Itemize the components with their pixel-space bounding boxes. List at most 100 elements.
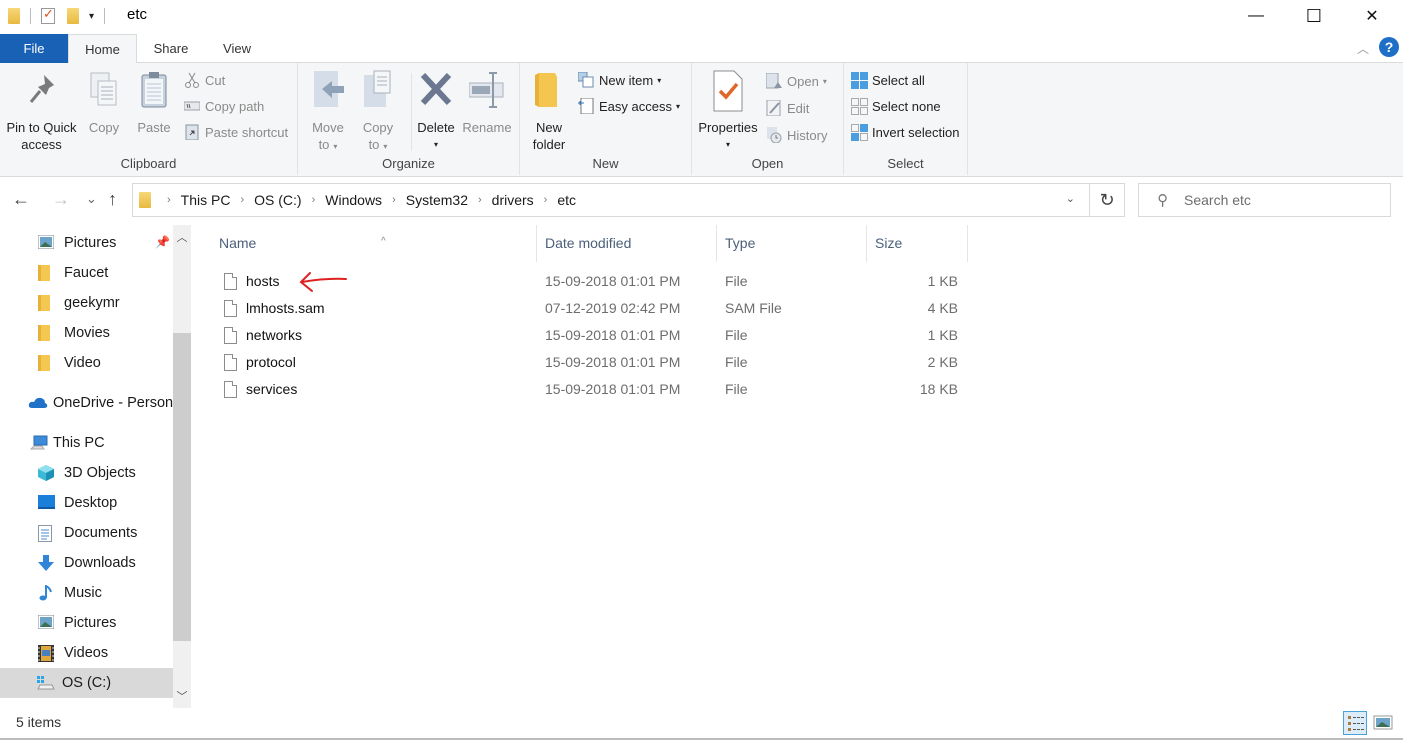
file-row[interactable]: lmhosts.sam 07-12-2019 02:42 PM SAM File…	[214, 295, 970, 322]
breadcrumb-separator[interactable]: ›	[312, 194, 316, 206]
file-row[interactable]: protocol 15-09-2018 01:01 PM File 2 KB	[214, 349, 970, 376]
help-icon[interactable]: ?	[1379, 37, 1399, 57]
file-row[interactable]: services 15-09-2018 01:01 PM File 18 KB	[214, 376, 970, 403]
recent-locations-button[interactable]: ⌄	[86, 191, 97, 207]
sidebar-item-os-c[interactable]: OS (C:)	[0, 668, 173, 698]
file-date: 07-12-2019 02:42 PM	[545, 300, 681, 316]
open-button[interactable]: Open ▾	[765, 71, 827, 91]
easy-access-button[interactable]: Easy access ▾	[578, 96, 680, 116]
breadcrumb-separator[interactable]: ›	[240, 194, 244, 206]
scroll-thumb[interactable]	[173, 333, 191, 641]
details-view-button[interactable]	[1343, 711, 1367, 735]
organize-group: Move to ▾ Copy to ▾ Delete ▾ Rename Organi…	[298, 63, 520, 175]
tab-share[interactable]: Share	[140, 34, 202, 63]
delete-dropdown-caret[interactable]: ▾	[416, 136, 456, 153]
collapse-ribbon-icon[interactable]: ︿	[1357, 40, 1369, 57]
sidebar-item-3d-objects[interactable]: 3D Objects	[0, 458, 173, 488]
open-icon	[765, 72, 782, 89]
file-row[interactable]: networks 15-09-2018 01:01 PM File 1 KB	[214, 322, 970, 349]
folder-icon	[38, 295, 54, 311]
pin-icon[interactable]: 📌	[155, 235, 170, 249]
sidebar-item-onedrive[interactable]: OneDrive - Person	[0, 388, 173, 418]
tab-file[interactable]: File	[0, 34, 68, 63]
column-header-size[interactable]: Size	[867, 225, 968, 262]
sidebar-item-movies[interactable]: Movies	[0, 318, 173, 348]
sidebar-item-downloads[interactable]: Downloads	[0, 548, 173, 578]
sidebar-item-video[interactable]: Video	[0, 348, 173, 378]
this-pc-icon	[29, 435, 48, 451]
select-all-button[interactable]: Select all	[851, 70, 925, 90]
history-button[interactable]: History	[766, 125, 827, 145]
refresh-button[interactable]: ↻	[1089, 183, 1125, 217]
minimize-button[interactable]: —	[1227, 0, 1285, 32]
sidebar-scrollbar[interactable]: ︿ ﹀	[173, 225, 191, 708]
maximize-button[interactable]: ☐	[1285, 0, 1343, 32]
tab-view[interactable]: View	[206, 34, 268, 63]
breadcrumb-windows[interactable]: Windows	[325, 192, 382, 208]
breadcrumb-separator[interactable]: ›	[478, 194, 482, 206]
search-input[interactable]: Search etc	[1184, 192, 1251, 208]
breadcrumb-system32[interactable]: System32	[406, 192, 468, 208]
column-header-date-modified[interactable]: Date modified	[537, 225, 717, 262]
paste-button[interactable]: Paste	[133, 69, 175, 136]
new-item-button[interactable]: New item ▾	[577, 70, 661, 90]
drive-icon	[36, 675, 56, 691]
breadcrumb-separator[interactable]: ›	[167, 194, 171, 206]
copy-to-button[interactable]: Copy to ▾	[358, 69, 398, 155]
breadcrumb-separator[interactable]: ›	[544, 194, 548, 206]
sidebar-item-pictures-quick[interactable]: Pictures	[0, 228, 173, 258]
customize-qat-dropdown[interactable]: ▾	[89, 11, 94, 22]
breadcrumb-etc[interactable]: etc	[557, 192, 576, 208]
file-icon	[224, 381, 237, 398]
rename-button[interactable]: Rename	[462, 69, 512, 136]
file-size: 2 KB	[927, 354, 958, 370]
large-icons-view-button[interactable]	[1372, 711, 1396, 735]
address-history-dropdown[interactable]: ⌄	[1066, 192, 1075, 205]
select-none-button[interactable]: Select none	[851, 96, 941, 116]
sidebar-item-desktop[interactable]: Desktop	[0, 488, 173, 518]
copy-path-button[interactable]: Copy path	[183, 96, 264, 116]
file-icon	[224, 273, 237, 290]
breadcrumb-this-pc[interactable]: This PC	[181, 192, 231, 208]
pin-to-quick-access-button[interactable]: Pin to Quick access	[4, 69, 79, 153]
sidebar-item-faucet[interactable]: Faucet	[0, 258, 173, 288]
breadcrumb-os-c[interactable]: OS (C:)	[254, 192, 301, 208]
scroll-up-arrow[interactable]: ︿	[173, 229, 191, 245]
column-header-name[interactable]: Name ^	[211, 225, 537, 262]
forward-button[interactable]: →	[52, 189, 70, 210]
cut-button[interactable]: Cut	[184, 70, 225, 90]
sidebar-item-videos[interactable]: Videos	[0, 638, 173, 668]
column-header-type[interactable]: Type	[717, 225, 867, 262]
back-button[interactable]: ←	[12, 189, 30, 210]
up-button[interactable]: ↑	[108, 189, 117, 210]
breadcrumb-drivers[interactable]: drivers	[492, 192, 534, 208]
edit-button[interactable]: Edit	[766, 98, 809, 118]
easy-access-icon	[578, 97, 594, 115]
move-to-label-line2: to ▾	[318, 137, 338, 152]
delete-button[interactable]: Delete ▾	[416, 69, 456, 153]
sidebar-item-documents[interactable]: Documents	[0, 518, 173, 548]
copy-button[interactable]: Copy	[84, 69, 124, 136]
address-bar[interactable]: › This PC › OS (C:) › Windows › System32…	[132, 183, 1090, 217]
move-to-button[interactable]: Move to ▾	[308, 69, 348, 155]
invert-selection-button[interactable]: Invert selection	[851, 122, 959, 142]
paste-shortcut-button[interactable]: Paste shortcut	[184, 122, 288, 142]
search-box[interactable]: ⚲ Search etc	[1138, 183, 1391, 217]
downloads-icon	[38, 555, 54, 571]
sidebar-item-label: Movies	[64, 325, 110, 341]
properties-quick-icon[interactable]	[41, 6, 55, 24]
close-button[interactable]: ✕	[1343, 0, 1401, 32]
paste-label: Paste	[137, 120, 171, 135]
copy-label: Copy	[88, 120, 120, 135]
properties-button[interactable]: Properties ▾	[696, 69, 760, 153]
new-folder-button[interactable]: New folder	[528, 69, 570, 153]
scroll-down-arrow[interactable]: ﹀	[173, 688, 191, 704]
tab-home[interactable]: Home	[68, 34, 137, 64]
sidebar-item-music[interactable]: Music	[0, 578, 173, 608]
properties-dropdown-caret[interactable]: ▾	[696, 136, 760, 153]
sidebar-item-geekymr[interactable]: geekymr	[0, 288, 173, 318]
sidebar-item-pictures[interactable]: Pictures	[0, 608, 173, 638]
new-folder-quick-icon[interactable]	[67, 8, 79, 24]
sidebar-item-this-pc[interactable]: This PC	[0, 428, 173, 458]
breadcrumb-separator[interactable]: ›	[392, 194, 396, 206]
